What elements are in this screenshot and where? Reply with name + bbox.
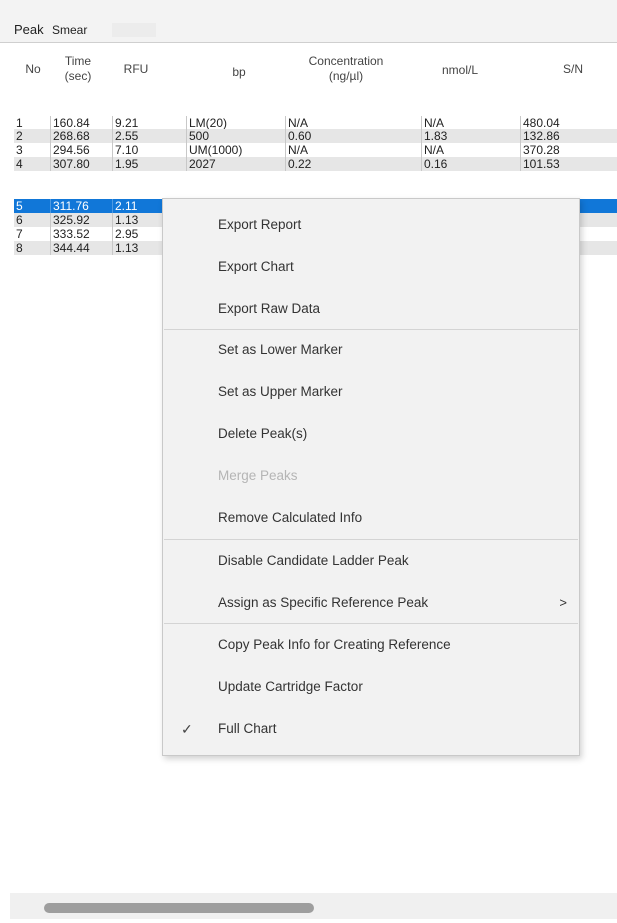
menu-separator: [164, 623, 578, 624]
cell-bp: UM(1000): [186, 143, 242, 157]
cell-sn: 101.53: [520, 157, 560, 171]
header-sn[interactable]: S/N: [548, 62, 598, 77]
cell-time: 268.68: [50, 129, 90, 143]
table-row[interactable]: 2 268.68 2.55 500 0.60 1.83 132.86: [14, 129, 617, 143]
menu-item-export-raw-data[interactable]: Export Raw Data: [218, 301, 320, 316]
tab-hidden[interactable]: [112, 23, 156, 37]
menu-item-export-report[interactable]: Export Report: [218, 217, 301, 232]
menu-item-set-upper-marker[interactable]: Set as Upper Marker: [218, 384, 343, 399]
checkmark-icon: ✓: [181, 721, 193, 737]
header-time[interactable]: Time (sec): [55, 54, 101, 84]
cell-no: 1: [16, 116, 23, 130]
cell-rfu: 2.55: [112, 129, 138, 143]
cell-nmol: N/A: [421, 116, 444, 130]
cell-no: 5: [16, 199, 23, 213]
cell-time: 311.76: [50, 199, 89, 213]
cell-nmol: 0.16: [421, 157, 447, 171]
cell-sn: 480.04: [520, 116, 560, 130]
context-menu: Export Report Export Chart Export Raw Da…: [162, 198, 580, 756]
cell-nmol: N/A: [421, 143, 444, 157]
menu-item-merge-peaks: Merge Peaks: [218, 468, 298, 483]
header-nmol[interactable]: nmol/L: [430, 63, 490, 78]
cell-rfu: 7.10: [112, 143, 138, 157]
cell-sn: 132.86: [520, 129, 560, 143]
cell-time: 325.92: [50, 213, 90, 227]
cell-conc: N/A: [285, 143, 308, 157]
cell-conc: 0.60: [285, 129, 311, 143]
menu-separator: [164, 329, 578, 330]
menu-item-export-chart[interactable]: Export Chart: [218, 259, 294, 274]
scrollbar-thumb[interactable]: [44, 903, 314, 913]
menu-item-remove-calculated-info[interactable]: Remove Calculated Info: [218, 510, 362, 525]
cell-no: 7: [16, 227, 23, 241]
cell-rfu: 2.11: [112, 199, 137, 213]
cell-rfu: 9.21: [112, 116, 138, 130]
cell-rfu: 1.13: [112, 213, 138, 227]
cell-rfu: 1.13: [112, 241, 138, 255]
tab-bar: Peak Smear: [0, 0, 617, 42]
cell-rfu: 2.95: [112, 227, 138, 241]
cell-nmol: 1.83: [421, 129, 447, 143]
cell-time: 333.52: [50, 227, 90, 241]
tab-peak[interactable]: Peak: [14, 22, 44, 37]
cell-time: 344.44: [50, 241, 90, 255]
menu-item-copy-peak-info[interactable]: Copy Peak Info for Creating Reference: [218, 637, 451, 652]
menu-item-set-lower-marker[interactable]: Set as Lower Marker: [218, 342, 343, 357]
cell-no: 8: [16, 241, 23, 255]
cell-no: 4: [16, 157, 23, 171]
header-concentration[interactable]: Concentration (ng/µl): [286, 54, 406, 84]
cell-bp: LM(20): [186, 116, 227, 130]
chevron-right-icon: >: [559, 595, 567, 610]
header-rfu[interactable]: RFU: [116, 62, 156, 77]
cell-rfu: 1.95: [112, 157, 138, 171]
tab-smear[interactable]: Smear: [52, 23, 87, 37]
horizontal-scrollbar[interactable]: [10, 893, 617, 919]
table-row[interactable]: 1 160.84 9.21 LM(20) N/A N/A 480.04: [14, 116, 617, 130]
cell-bp: 500: [186, 129, 209, 143]
menu-item-delete-peaks[interactable]: Delete Peak(s): [218, 426, 307, 441]
menu-item-full-chart[interactable]: Full Chart: [218, 721, 277, 736]
table-row[interactable]: 4 307.80 1.95 2027 0.22 0.16 101.53: [14, 157, 617, 171]
cell-conc: 0.22: [285, 157, 311, 171]
cell-time: 307.80: [50, 157, 90, 171]
tab-divider: [0, 42, 617, 43]
cell-time: 294.56: [50, 143, 90, 157]
table-row[interactable]: 3 294.56 7.10 UM(1000) N/A N/A 370.28: [14, 143, 617, 157]
cell-conc: N/A: [285, 116, 308, 130]
cell-time: 160.84: [50, 116, 90, 130]
cell-no: 6: [16, 213, 23, 227]
header-bp[interactable]: bp: [224, 65, 254, 80]
menu-item-assign-specific-reference-peak[interactable]: Assign as Specific Reference Peak: [218, 595, 428, 610]
cell-no: 3: [16, 143, 23, 157]
menu-separator: [164, 539, 578, 540]
menu-item-disable-candidate-ladder-peak[interactable]: Disable Candidate Ladder Peak: [218, 553, 409, 568]
cell-no: 2: [16, 129, 23, 143]
cell-bp: 2027: [186, 157, 216, 171]
menu-item-update-cartridge-factor[interactable]: Update Cartridge Factor: [218, 679, 363, 694]
header-no[interactable]: No: [20, 62, 46, 77]
cell-sn: 370.28: [520, 143, 560, 157]
